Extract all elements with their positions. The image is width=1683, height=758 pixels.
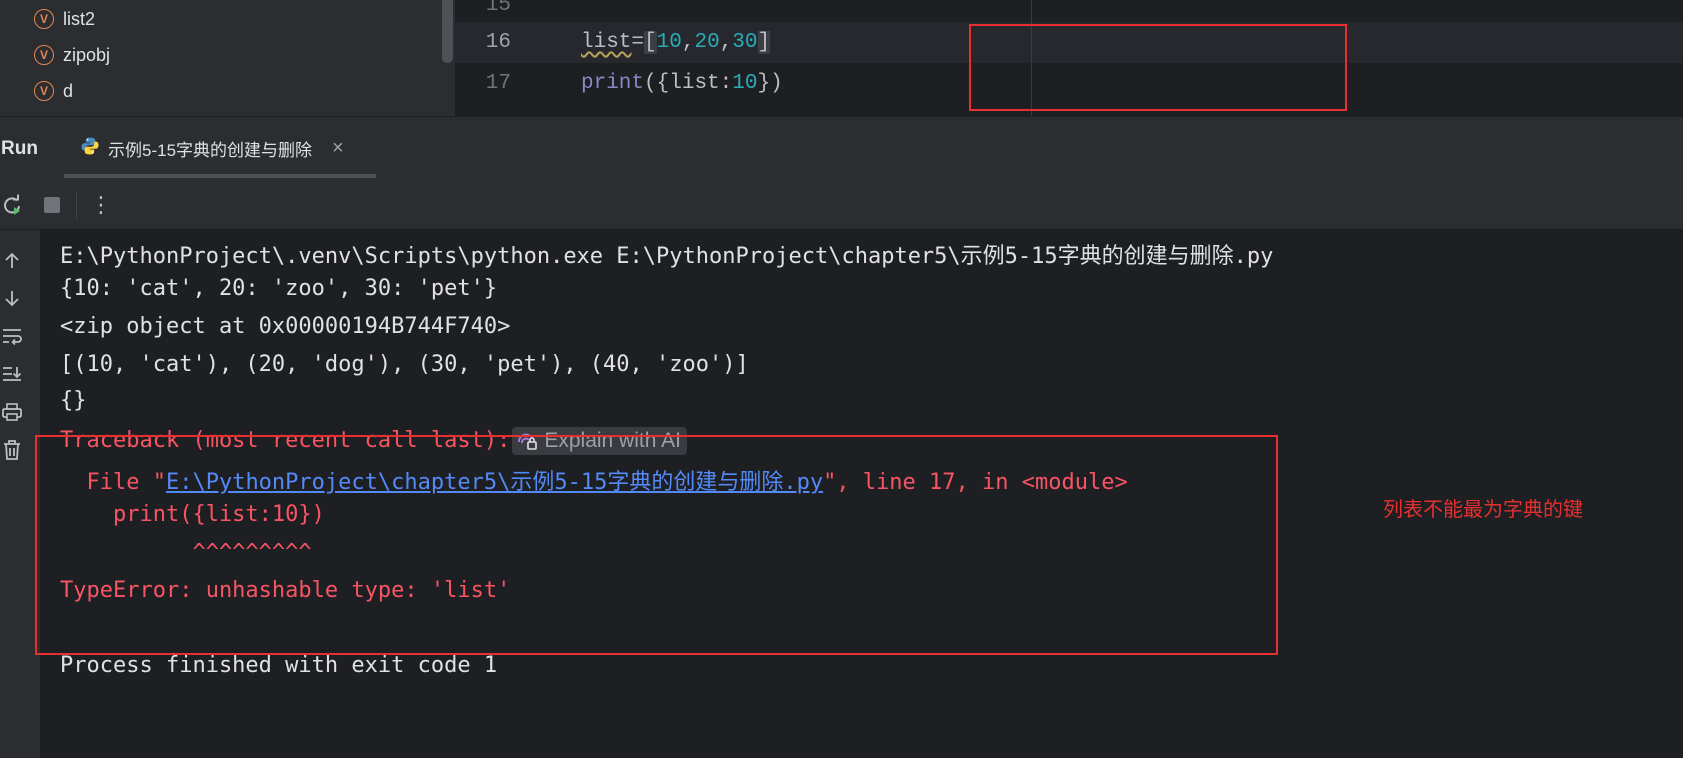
trash-icon[interactable] [0, 438, 24, 462]
run-toolbar: ⋮ [0, 180, 1683, 230]
run-tab-label: 示例5-15字典的创建与删除 [108, 140, 313, 160]
stop-icon[interactable] [40, 193, 64, 217]
code-token: list [669, 72, 720, 95]
arrow-up-icon[interactable] [0, 249, 24, 273]
structure-item-label: d [63, 80, 74, 101]
tab-active-indicator [64, 174, 376, 178]
code-token: }) [757, 72, 783, 95]
code-token: : [719, 72, 733, 95]
code-token: , [681, 31, 695, 54]
code-token: ] [757, 31, 771, 54]
code-token: print [581, 72, 645, 95]
structure-item-zipobj[interactable]: V zipobj [34, 44, 110, 66]
close-icon[interactable]: × [332, 137, 344, 160]
structure-scrollbar[interactable] [442, 0, 453, 63]
print-icon[interactable] [0, 400, 24, 424]
scroll-to-end-icon[interactable] [0, 362, 24, 386]
variable-icon: V [34, 81, 54, 101]
code-token: 10 [656, 31, 682, 54]
python-icon [80, 136, 100, 161]
code-token: list [581, 31, 632, 54]
more-options-icon[interactable]: ⋮ [89, 192, 113, 217]
code-highlight-box [969, 24, 1347, 111]
line-number: 16 [485, 31, 511, 54]
console-side-toolbar [0, 230, 40, 758]
structure-item-label: list2 [63, 8, 96, 29]
soft-wrap-icon[interactable] [0, 324, 24, 348]
error-highlight-box [35, 435, 1278, 655]
arrow-down-icon[interactable] [0, 286, 24, 310]
annotation-text: 列表不能最为字典的键 [1383, 497, 1583, 521]
code-line-16[interactable]: list=[10,20,30] [581, 31, 771, 54]
code-token: = [631, 31, 645, 54]
code-token: 20 [694, 31, 720, 54]
structure-item-list2[interactable]: V list2 [34, 8, 95, 30]
toolbar-separator [76, 191, 77, 219]
code-token: 30 [732, 31, 758, 54]
structure-item-d[interactable]: V d [34, 80, 73, 102]
line-number: 15 [485, 0, 511, 17]
structure-item-label: zipobj [63, 44, 111, 65]
console-command-line: E:\PythonProject\.venv\Scripts\python.ex… [60, 244, 1274, 269]
console-output-line: <zip object at 0x00000194B744F740> [60, 314, 511, 339]
variable-icon: V [34, 9, 54, 29]
variable-icon: V [34, 45, 54, 65]
console-output-line: [(10, 'cat'), (20, 'dog'), (30, 'pet'), … [60, 352, 749, 377]
code-token: 10 [732, 72, 758, 95]
code-editor[interactable]: 15 16 17 list=[10,20,30] print({list:10}… [455, 0, 1683, 116]
structure-panel: V list2 V zipobj V d [0, 0, 455, 116]
run-title: Run [1, 138, 38, 159]
exit-message: Process finished with exit code 1 [60, 653, 498, 678]
line-number: 17 [485, 72, 511, 95]
run-tab[interactable]: 示例5-15字典的创建与删除 × [80, 131, 344, 165]
console-output[interactable]: E:\PythonProject\.venv\Scripts\python.ex… [35, 230, 1683, 758]
run-tool-window-header: Run 示例5-15字典的创建与删除 × [0, 116, 1683, 180]
code-token: ({ [644, 72, 670, 95]
rerun-icon[interactable] [0, 193, 24, 217]
code-line-17[interactable]: print({list:10}) [581, 72, 783, 95]
console-output-line: {10: 'cat', 20: 'zoo', 30: 'pet'} [60, 276, 498, 301]
code-token: , [719, 31, 733, 54]
code-token: [ [644, 31, 657, 54]
console-output-line: {} [60, 388, 87, 413]
